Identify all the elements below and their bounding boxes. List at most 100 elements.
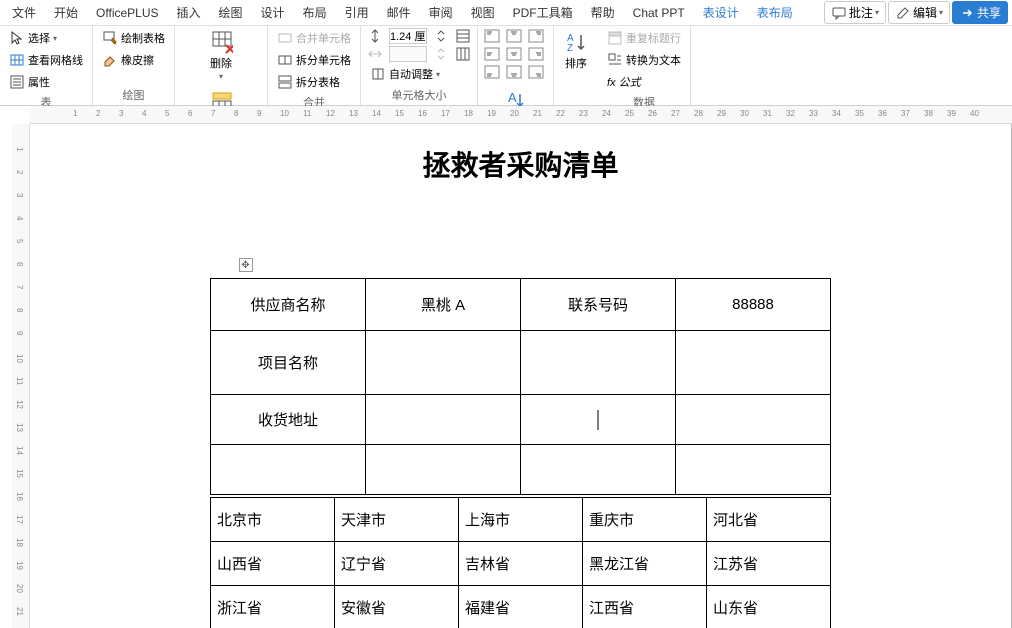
row-height-icon [367,28,383,44]
edit-button[interactable]: 编辑 ▾ [888,1,950,24]
table-cell[interactable]: 黑龙江省 [583,542,707,586]
merge-cells-button[interactable]: 合并单元格 [274,28,354,48]
table-cell[interactable]: 安徽省 [335,586,459,628]
table-cell[interactable]: 江苏省 [707,542,831,586]
table-cell[interactable]: 天津市 [335,498,459,542]
table-row[interactable]: 山西省 辽宁省 吉林省 黑龙江省 江苏省 [211,542,831,586]
menu-chat-ppt[interactable]: Chat PPT [625,3,693,23]
ruler-horizontal[interactable]: // ticks added after 1234567891011121314… [30,106,1012,124]
table-row[interactable]: 收货地址 [211,395,831,445]
form-table-2[interactable]: 北京市 天津市 上海市 重庆市 河北省 山西省 辽宁省 吉林省 黑龙江省 江苏省… [210,497,831,628]
convert-to-text-button[interactable]: 转换为文本 [604,50,684,70]
stepper-icon[interactable] [433,46,449,62]
sort-button[interactable]: AZ 排序 [560,28,592,73]
eraser-button[interactable]: 橡皮擦 [99,50,168,70]
menu-design[interactable]: 设计 [253,1,293,24]
table-cell[interactable]: 福建省 [459,586,583,628]
table-cell[interactable]: 山西省 [211,542,335,586]
table-row[interactable]: 北京市 天津市 上海市 重庆市 河北省 [211,498,831,542]
menu-help[interactable]: 帮助 [583,1,623,24]
menu-review[interactable]: 审阅 [421,1,461,24]
col-width-input[interactable] [389,46,427,62]
distribute-cols-icon[interactable] [455,46,471,62]
menu-view[interactable]: 视图 [463,1,503,24]
table-cell[interactable]: 黑桃 A [366,279,521,331]
ruler-vertical[interactable]: 1234567891011121314151617181920212223242… [12,124,30,628]
menu-mail[interactable]: 邮件 [379,1,419,24]
menu-references[interactable]: 引用 [337,1,377,24]
table-cell[interactable]: 江西省 [583,586,707,628]
table-cell[interactable]: 88888 [676,279,831,331]
convert-text-label: 转换为文本 [626,52,681,68]
menu-officeplus[interactable]: OfficePLUS [88,3,166,23]
table-cell[interactable]: 山东省 [707,586,831,628]
table-cell[interactable]: 北京市 [211,498,335,542]
chevron-down-icon: ▾ [53,34,57,43]
table-cell[interactable]: 辽宁省 [335,542,459,586]
gridlines-label: 查看网格线 [28,52,83,68]
table-cell[interactable]: 上海市 [459,498,583,542]
align-mr-icon[interactable] [528,46,544,62]
repeat-header-button[interactable]: 重复标题行 [604,28,684,48]
form-table-1[interactable]: 供应商名称 黑桃 A 联系号码 88888 项目名称 收货地址 [210,278,831,495]
table-cell[interactable]: 项目名称 [211,331,366,395]
menu-draw[interactable]: 绘图 [211,1,251,24]
table-cell[interactable]: 重庆市 [583,498,707,542]
comments-button[interactable]: 批注 ▾ [824,1,886,24]
draw-table-button[interactable]: 绘制表格 [99,28,168,48]
table-row[interactable]: 浙江省 安徽省 福建省 江西省 山东省 [211,586,831,628]
menu-layout[interactable]: 布局 [295,1,335,24]
align-br-icon[interactable] [528,64,544,80]
distribute-rows-icon[interactable] [455,28,471,44]
view-gridlines-button[interactable]: 查看网格线 [6,50,86,70]
table-cell[interactable] [676,395,831,445]
table-row[interactable]: 供应商名称 黑桃 A 联系号码 88888 [211,279,831,331]
split-table-button[interactable]: 拆分表格 [274,72,354,92]
table-cell[interactable] [521,445,676,495]
table-cell[interactable] [366,331,521,395]
ribbon-group-rows-cols: 删除 ▾ 在上方插入 在下方插入 在左侧插入 在右侧插入 [175,26,268,105]
table-move-handle[interactable]: ✥ [239,258,253,272]
table-cell[interactable]: 浙江省 [211,586,335,628]
table-row[interactable]: 项目名称 [211,331,831,395]
formula-button[interactable]: fx 公式 [604,72,684,92]
delete-button[interactable]: 删除 ▾ [181,28,261,83]
table-cell[interactable]: 供应商名称 [211,279,366,331]
menu-table-design[interactable]: 表设计 [695,1,747,24]
menu-pdf-tools[interactable]: PDF工具箱 [505,1,581,24]
table-cell[interactable]: 吉林省 [459,542,583,586]
table-cell[interactable] [521,331,676,395]
align-ml-icon[interactable] [484,46,500,62]
table-cell[interactable] [676,331,831,395]
menu-file[interactable]: 文件 [4,1,44,24]
align-mc-icon[interactable] [506,46,522,62]
text-cursor [598,410,599,430]
document-area[interactable]: 拯救者采购清单 ✥ 供应商名称 黑桃 A 联系号码 88888 项目名称 收货地… [30,124,1012,628]
properties-button[interactable]: 属性 [6,72,86,92]
stepper-icon[interactable] [433,28,449,44]
menu-home[interactable]: 开始 [46,1,86,24]
menu-table-layout[interactable]: 表布局 [749,1,801,24]
menu-insert[interactable]: 插入 [169,1,209,24]
table-cell[interactable] [366,445,521,495]
split-cells-button[interactable]: 拆分单元格 [274,50,354,70]
table-cell[interactable]: 收货地址 [211,395,366,445]
document-title[interactable]: 拯救者采购清单 [131,144,911,184]
autofit-button[interactable]: 自动调整 ▾ [367,64,471,84]
table-cell-active[interactable] [521,395,676,445]
share-button[interactable]: 共享 [952,1,1008,24]
align-tl-icon[interactable] [484,28,500,44]
align-tr-icon[interactable] [528,28,544,44]
table-cell[interactable] [676,445,831,495]
row-height-input[interactable] [389,28,427,44]
table-cell[interactable]: 联系号码 [521,279,676,331]
table-row[interactable] [211,445,831,495]
table-cell[interactable] [366,395,521,445]
table-cell[interactable] [211,445,366,495]
align-tc-icon[interactable] [506,28,522,44]
align-bl-icon[interactable] [484,64,500,80]
select-button[interactable]: 选择 ▾ [6,28,86,48]
align-bc-icon[interactable] [506,64,522,80]
table-cell[interactable]: 河北省 [707,498,831,542]
col-width-icon [367,46,383,62]
